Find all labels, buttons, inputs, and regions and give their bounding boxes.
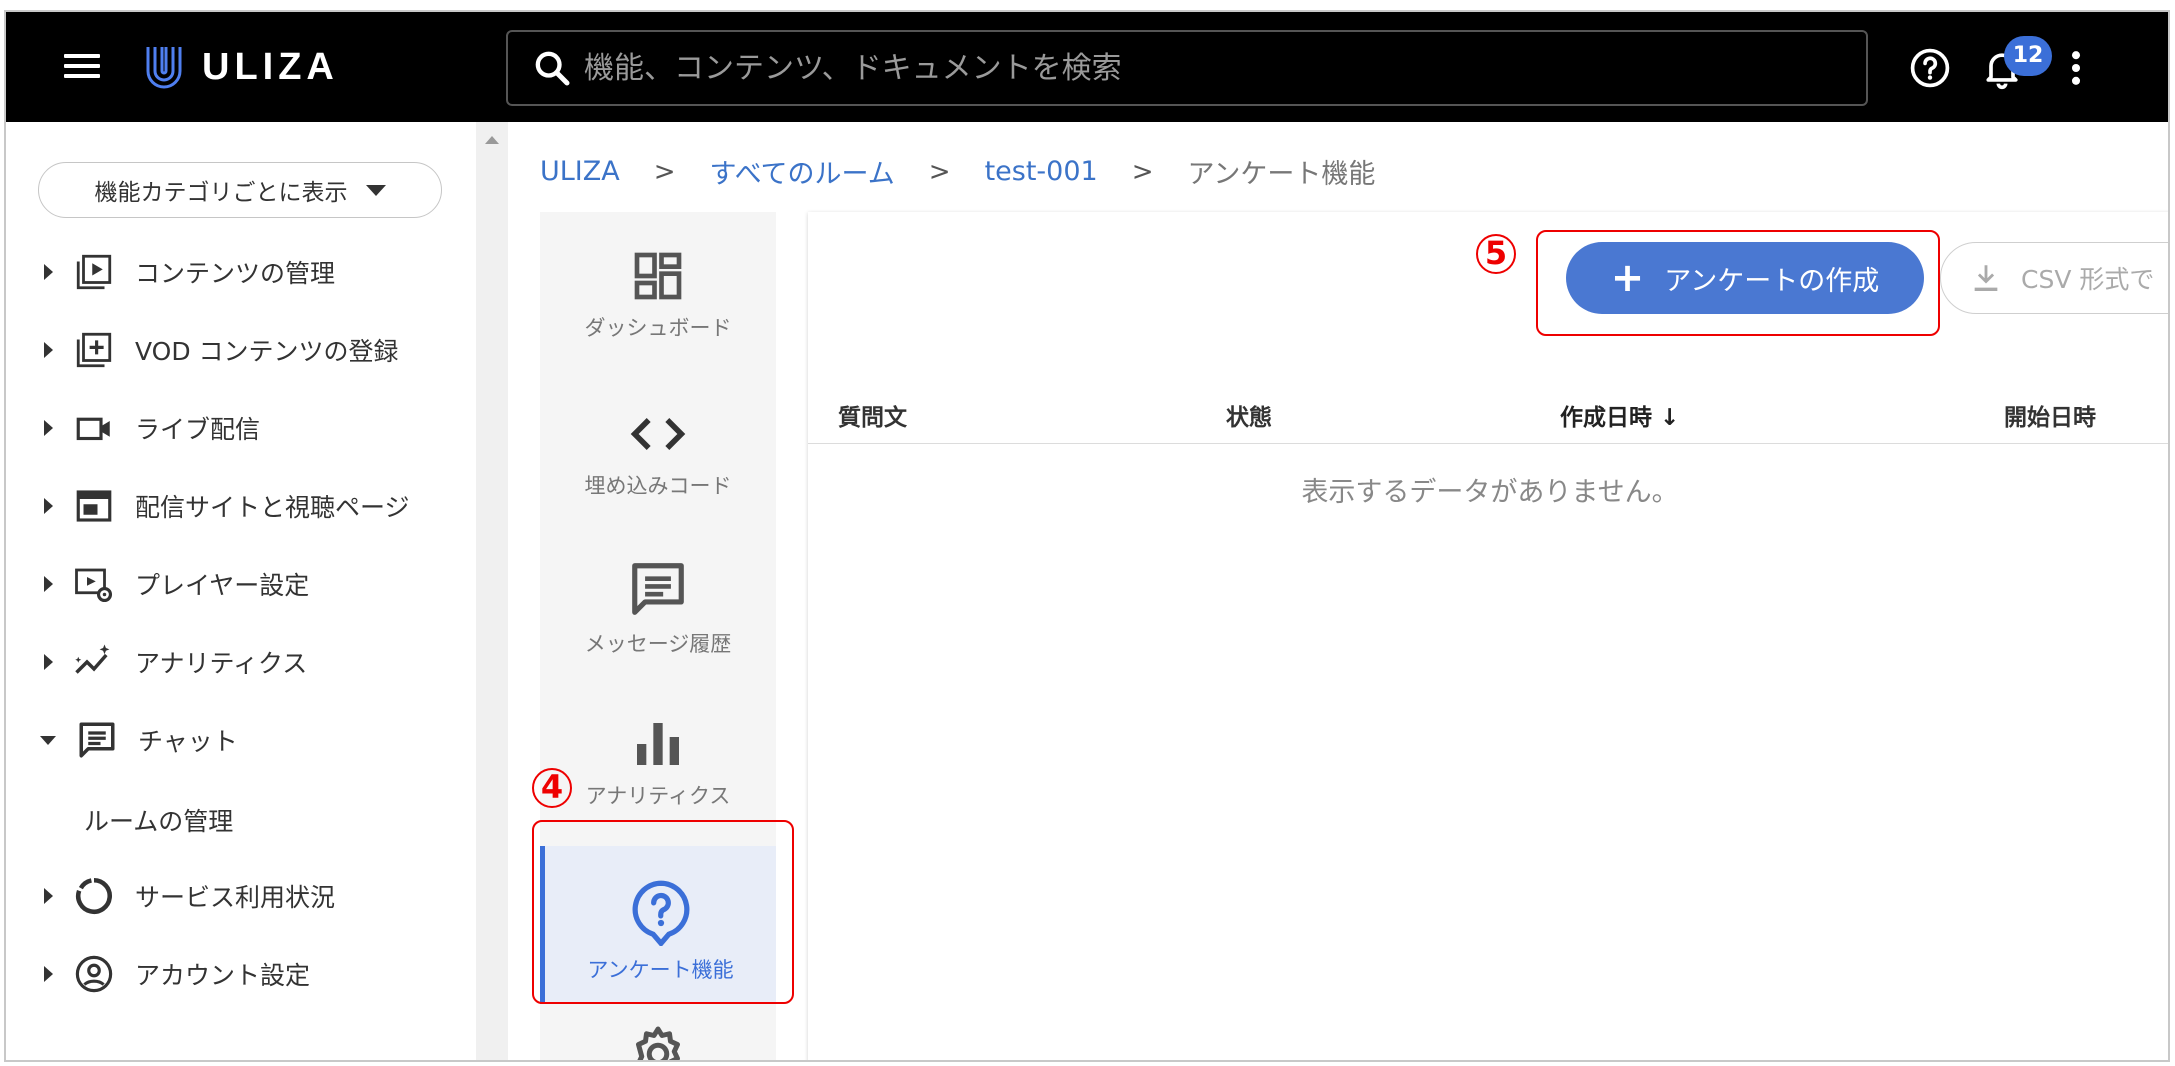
- sidebar-item-label: VOD コンテンツの登録: [135, 337, 399, 366]
- dashboard-icon: [634, 252, 682, 300]
- callout-box-4: [532, 820, 794, 1004]
- expand-arrow-icon: [44, 420, 53, 436]
- player-settings-icon: [75, 568, 113, 603]
- breadcrumb-separator: >: [928, 156, 951, 187]
- column-question[interactable]: 質問文: [838, 398, 907, 432]
- breadcrumb-link-uliza[interactable]: ULIZA: [540, 156, 620, 187]
- service-usage-icon: [75, 877, 112, 914]
- analytics-icon: [75, 644, 110, 674]
- expand-arrow-icon: [44, 654, 53, 670]
- room-nav-label: ダッシュボード: [584, 316, 732, 340]
- sidebar-item-label: コンテンツの管理: [135, 259, 336, 288]
- top-header: ULIZA 12: [6, 12, 2168, 122]
- download-icon: [1974, 265, 1998, 292]
- expand-arrow-icon: [44, 966, 53, 982]
- expand-arrow-icon: [44, 342, 53, 358]
- callout-number-4: 4: [532, 768, 572, 808]
- breadcrumb: ULIZA > すべてのルーム > test-001 > アンケート機能: [540, 152, 1375, 191]
- survey-panel: + アンケートの作成 CSV 形式で 質問文 状態 作成日時 ↓ 開始日時 表示…: [808, 212, 2168, 1060]
- category-select[interactable]: 機能カテゴリごとに表示: [38, 162, 442, 218]
- room-nav-analytics[interactable]: アナリティクス: [540, 716, 776, 810]
- notification-badge: 12: [2004, 36, 2052, 76]
- search-bar[interactable]: [506, 30, 1868, 106]
- expand-arrow-icon: [44, 576, 53, 592]
- sidebar-item-chat[interactable]: チャット: [6, 710, 476, 770]
- sidebar-item-label: サービス利用状況: [135, 883, 336, 912]
- column-status[interactable]: 状態: [1226, 398, 1272, 432]
- sidebar-item-vod-register[interactable]: VOD コンテンツの登録: [6, 320, 476, 380]
- column-created-at[interactable]: 作成日時 ↓: [1560, 398, 1679, 432]
- app-window: ULIZA 12: [4, 10, 2170, 1062]
- expand-arrow-icon: [44, 264, 53, 280]
- caret-down-icon: [365, 184, 386, 196]
- live-camera-icon: [76, 417, 110, 441]
- collapse-arrow-icon: [40, 735, 56, 745]
- bar-chart-icon: [637, 723, 679, 765]
- sidebar-scrollbar[interactable]: [476, 122, 508, 1060]
- uliza-logo-icon: [146, 47, 182, 89]
- column-start-at[interactable]: 開始日時: [2004, 398, 2096, 432]
- column-created-at-label: 作成日時: [1560, 405, 1652, 431]
- left-sidebar: 機能カテゴリごとに表示 コンテンツの管理 VOD コンテンツの登録 ライブ配信 …: [6, 122, 476, 1060]
- help-icon[interactable]: [1908, 46, 1952, 90]
- sidebar-subitem-room-manage[interactable]: ルームの管理: [84, 802, 233, 838]
- csv-export-button[interactable]: CSV 形式で: [1940, 242, 2168, 314]
- csv-export-label: CSV 形式で: [2021, 265, 2155, 294]
- expand-arrow-icon: [44, 888, 53, 904]
- message-icon: [632, 563, 684, 615]
- sidebar-item-content-manage[interactable]: コンテンツの管理: [6, 242, 476, 302]
- search-icon: [535, 51, 570, 86]
- chat-icon: [79, 722, 115, 758]
- scroll-up-arrow-icon[interactable]: [485, 136, 499, 144]
- room-nav-label: アナリティクス: [585, 784, 731, 808]
- room-nav-messages[interactable]: メッセージ履歴: [540, 558, 776, 658]
- gear-icon: [636, 1026, 680, 1060]
- hamburger-menu-icon[interactable]: [64, 48, 108, 84]
- account-icon: [75, 955, 113, 993]
- room-nav-embed-code[interactable]: 埋め込みコード: [540, 406, 776, 500]
- breadcrumb-separator: >: [1131, 156, 1154, 187]
- uliza-logo[interactable]: ULIZA: [144, 42, 339, 92]
- code-icon: [630, 418, 686, 450]
- logo-text: ULIZA: [202, 45, 339, 88]
- sort-arrow-down-icon: ↓: [1660, 405, 1680, 431]
- sidebar-item-site-page[interactable]: 配信サイトと視聴ページ: [6, 476, 476, 536]
- callout-box-5: [1536, 230, 1940, 336]
- vod-register-icon: [76, 332, 112, 368]
- sidebar-item-label: チャット: [138, 727, 238, 756]
- room-nav-label: 埋め込みコード: [584, 474, 732, 498]
- room-nav-label: メッセージ履歴: [584, 632, 732, 656]
- expand-arrow-icon: [44, 498, 53, 514]
- sidebar-item-label: アカウント設定: [135, 961, 311, 990]
- content-manage-icon: [76, 254, 112, 290]
- sidebar-item-label: プレイヤー設定: [135, 571, 310, 600]
- breadcrumb-current: アンケート機能: [1187, 159, 1376, 190]
- sidebar-item-label: ライブ配信: [135, 415, 261, 444]
- site-page-icon: [76, 490, 112, 522]
- table-header: 質問文 状態 作成日時 ↓ 開始日時: [808, 380, 2168, 444]
- search-input[interactable]: [584, 50, 1784, 86]
- callout-number-5: 5: [1476, 234, 1516, 274]
- sidebar-item-account[interactable]: アカウント設定: [6, 944, 476, 1004]
- breadcrumb-separator: >: [653, 156, 676, 187]
- breadcrumb-link-all-rooms[interactable]: すべてのルーム: [710, 152, 895, 191]
- sidebar-item-analytics[interactable]: アナリティクス: [6, 632, 476, 692]
- category-select-label: 機能カテゴリごとに表示: [94, 180, 348, 206]
- empty-table-message: 表示するデータがありません。: [1301, 477, 1679, 508]
- more-vert-icon[interactable]: [2054, 46, 2098, 90]
- sidebar-item-label: アナリティクス: [135, 649, 308, 678]
- breadcrumb-link-room[interactable]: test-001: [985, 156, 1098, 187]
- sidebar-item-live[interactable]: ライブ配信: [6, 398, 476, 458]
- room-nav-dashboard[interactable]: ダッシュボード: [540, 248, 776, 342]
- sidebar-item-label: 配信サイトと視聴ページ: [135, 493, 410, 522]
- room-nav-settings[interactable]: [540, 1024, 776, 1060]
- sidebar-item-player-settings[interactable]: プレイヤー設定: [6, 554, 476, 614]
- sidebar-item-service-usage[interactable]: サービス利用状況: [6, 866, 476, 926]
